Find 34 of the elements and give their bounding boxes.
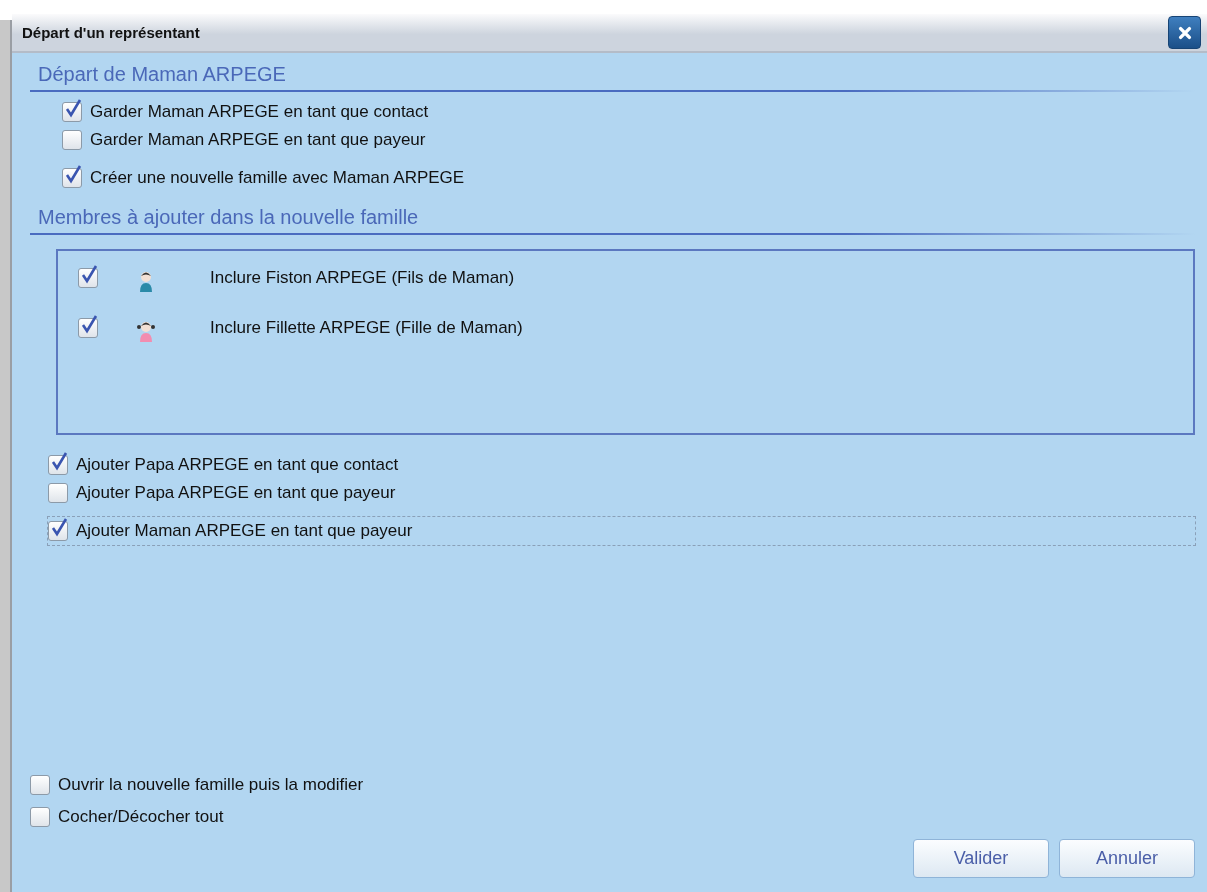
checkmark-icon (49, 517, 69, 539)
window-title: Départ d'un représentant (22, 24, 200, 41)
checkbox[interactable] (78, 318, 98, 338)
girl-icon (136, 319, 156, 343)
option-label: Garder Maman ARPEGE en tant que contact (90, 102, 429, 122)
member-label: Inclure Fiston ARPEGE (Fils de Maman) (210, 268, 515, 288)
checkbox[interactable] (48, 483, 68, 503)
close-icon (1177, 25, 1192, 40)
checkbox[interactable] (62, 130, 82, 150)
option-label: Ouvrir la nouvelle famille puis la modifier (58, 775, 364, 795)
dialog-button[interactable]: Annuler (1059, 839, 1195, 878)
checkbox[interactable] (78, 268, 98, 288)
checkmark-icon (79, 264, 99, 286)
close-button[interactable] (1168, 16, 1201, 49)
option-label: Ajouter Maman ARPEGE en tant que payeur (76, 521, 413, 541)
checkbox[interactable] (48, 455, 68, 475)
checkmark-icon (49, 451, 69, 473)
checkbox[interactable] (48, 521, 68, 541)
checkbox[interactable] (30, 775, 50, 795)
option-label: Ajouter Papa ARPEGE en tant que contact (76, 455, 399, 475)
option-label: Cocher/Décocher tout (58, 807, 224, 827)
option-label: Ajouter Papa ARPEGE en tant que payeur (76, 483, 396, 503)
option-label: Garder Maman ARPEGE en tant que payeur (90, 130, 426, 150)
checkbox[interactable] (30, 807, 50, 827)
option-label: Créer une nouvelle famille avec Maman ARPEGE (90, 168, 465, 188)
checkmark-icon (79, 314, 99, 336)
checkbox[interactable] (62, 168, 82, 188)
section-heading: Départ de Maman ARPEGE (30, 63, 1195, 92)
dialog-button[interactable]: Valider (913, 839, 1049, 878)
checkmark-icon (63, 98, 83, 120)
checkmark-icon (63, 164, 83, 186)
section-heading: Membres à ajouter dans la nouvelle famille (30, 206, 1195, 235)
member-label: Inclure Fillette ARPEGE (Fille de Maman) (210, 318, 523, 338)
checkbox[interactable] (62, 102, 82, 122)
